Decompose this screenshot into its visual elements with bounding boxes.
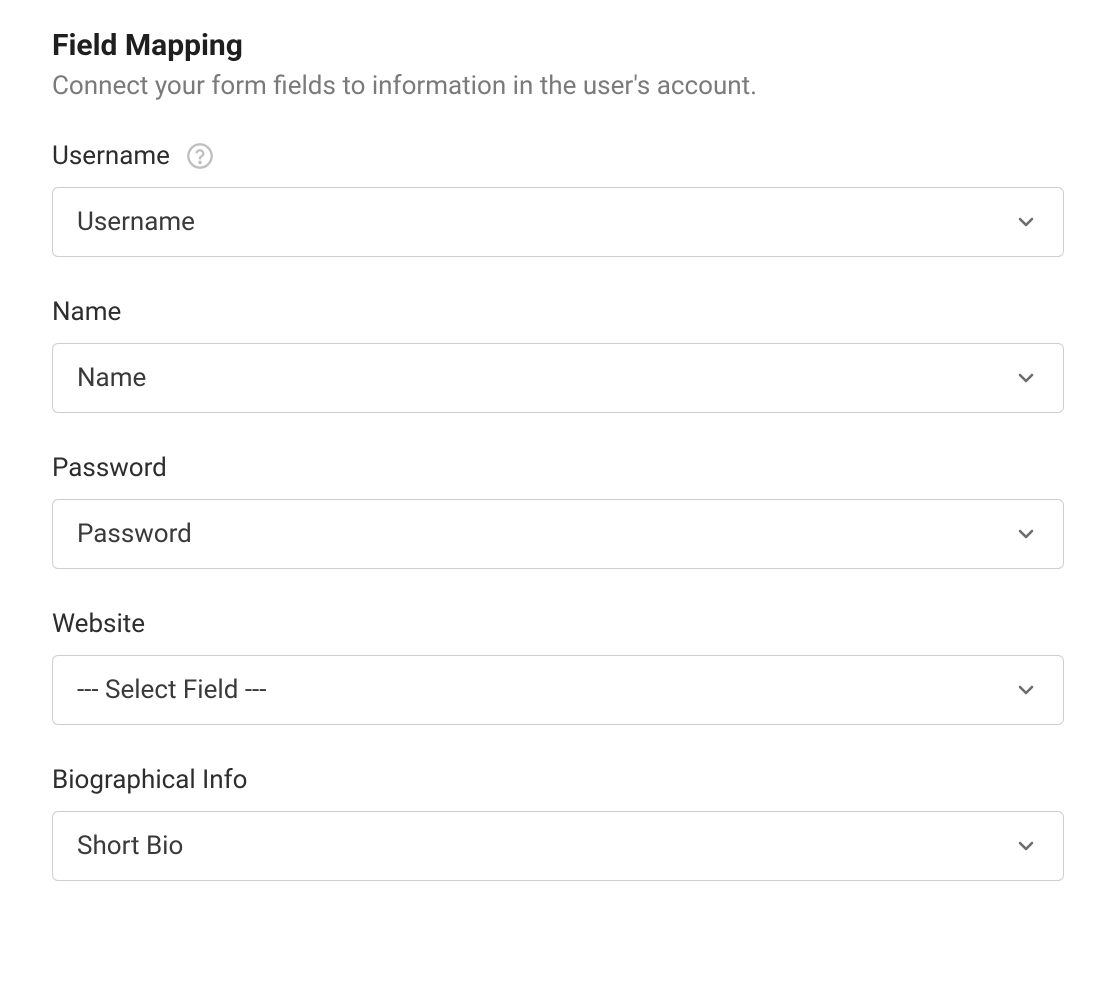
help-icon[interactable] — [186, 142, 214, 170]
field-label-bio: Biographical Info — [52, 765, 247, 795]
field-label-row: Password — [52, 453, 1064, 483]
select-value: Username — [77, 207, 1013, 237]
field-label-password: Password — [52, 453, 167, 483]
select-value: --- Select Field --- — [77, 675, 1013, 705]
chevron-down-icon — [1013, 365, 1039, 391]
select-value: Name — [77, 363, 1013, 393]
chevron-down-icon — [1013, 521, 1039, 547]
select-password[interactable]: Password — [52, 499, 1064, 569]
select-username[interactable]: Username — [52, 187, 1064, 257]
chevron-down-icon — [1013, 677, 1039, 703]
select-bio[interactable]: Short Bio — [52, 811, 1064, 881]
section-title: Field Mapping — [52, 28, 1064, 63]
select-website[interactable]: --- Select Field --- — [52, 655, 1064, 725]
field-label-name: Name — [52, 297, 121, 327]
field-block-password: Password Password — [52, 453, 1064, 569]
field-label-website: Website — [52, 609, 145, 639]
field-block-username: Username Username — [52, 141, 1064, 257]
section-subtitle: Connect your form fields to information … — [52, 71, 1064, 101]
field-label-row: Biographical Info — [52, 765, 1064, 795]
field-block-name: Name Name — [52, 297, 1064, 413]
field-label-row: Name — [52, 297, 1064, 327]
field-block-bio: Biographical Info Short Bio — [52, 765, 1064, 881]
field-label-row: Website — [52, 609, 1064, 639]
chevron-down-icon — [1013, 833, 1039, 859]
field-label-username: Username — [52, 141, 170, 171]
field-label-row: Username — [52, 141, 1064, 171]
field-mapping-section: Field Mapping Connect your form fields t… — [52, 28, 1064, 881]
select-name[interactable]: Name — [52, 343, 1064, 413]
field-block-website: Website --- Select Field --- — [52, 609, 1064, 725]
chevron-down-icon — [1013, 209, 1039, 235]
select-value: Short Bio — [77, 831, 1013, 861]
select-value: Password — [77, 519, 1013, 549]
